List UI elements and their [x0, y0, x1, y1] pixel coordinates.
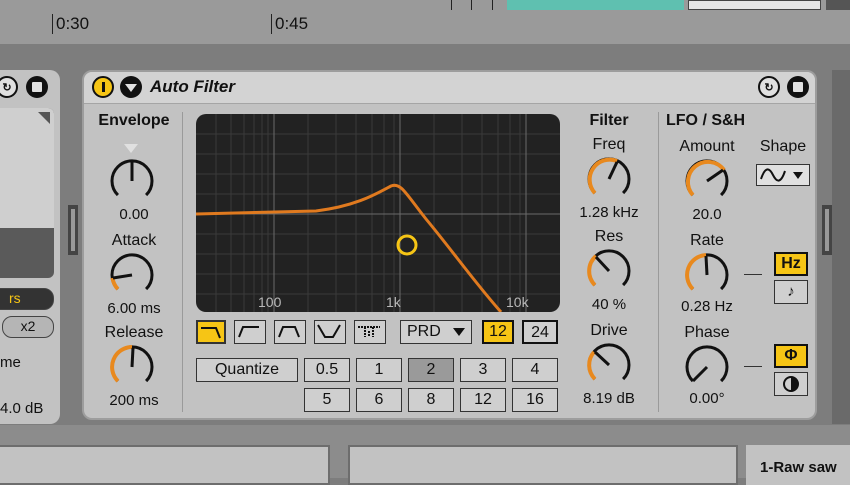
clip-block[interactable]	[507, 0, 684, 10]
rate-label: Rate	[690, 232, 724, 249]
rate-knob[interactable]	[682, 250, 732, 300]
drive-knob[interactable]	[584, 340, 634, 390]
envelope-amount-marker-icon	[124, 144, 138, 153]
lfo-amount-label: Amount	[679, 138, 735, 155]
release-value: 200 ms	[109, 392, 159, 409]
attack-label: Attack	[111, 232, 157, 249]
top-corner	[826, 0, 850, 10]
right-edge-panel	[832, 70, 850, 424]
resize-handle[interactable]	[822, 205, 832, 255]
quantize-value-button[interactable]: 8	[408, 388, 454, 412]
timeline-mark-label: 0:30	[56, 14, 90, 33]
chain-slot[interactable]	[0, 445, 330, 485]
envelope-amount-knob[interactable]	[107, 156, 157, 206]
hot-swap-icon[interactable]: ↻	[758, 76, 780, 98]
lfo-amount-knob[interactable]	[682, 156, 732, 206]
drive-knob-label: Drive	[590, 322, 628, 339]
slope-24-button[interactable]: 24	[522, 320, 558, 344]
multiplier-toggle[interactable]: x2	[2, 316, 54, 338]
param-value: 4.0 dB	[0, 400, 44, 417]
res-knob-label: Res	[594, 228, 624, 245]
slope-12-button[interactable]: 12	[482, 320, 514, 344]
hot-swap-icon[interactable]: ↻	[0, 76, 18, 98]
quantize-value-button[interactable]: 16	[512, 388, 558, 412]
rate-hz-button[interactable]: Hz	[774, 252, 808, 276]
phase-mode-button[interactable]: Φ	[774, 344, 808, 368]
save-preset-icon[interactable]	[787, 76, 809, 98]
device-title: Auto Filter	[150, 77, 235, 96]
circuit-value: PRD	[407, 323, 441, 340]
release-knob[interactable]	[107, 342, 157, 392]
chain-slot[interactable]	[348, 445, 738, 485]
left-device-panel: ↻ rs x2 me 4.0 dB	[0, 70, 60, 424]
phase-value: 0.00°	[689, 390, 725, 407]
link-line	[744, 274, 762, 275]
freq-knob-label: Freq	[592, 136, 626, 153]
circuit-dropdown[interactable]: PRD	[400, 320, 472, 344]
quantize-value-button[interactable]: 0.5	[304, 358, 350, 382]
shape-label: Shape	[759, 138, 807, 155]
quantize-button[interactable]: Quantize	[196, 358, 298, 382]
envelope-amount-value: 0.00	[119, 206, 149, 223]
tick-mark	[492, 0, 493, 10]
tick-mark	[451, 0, 452, 10]
device-power-button[interactable]	[92, 76, 114, 98]
rate-sync-note-icon[interactable]: ♪	[774, 280, 808, 304]
freq-value: 1.28 kHz	[579, 204, 639, 221]
lfo-shape-dropdown[interactable]	[756, 164, 810, 186]
envelope-header: Envelope	[98, 112, 170, 129]
scroll-region[interactable]	[688, 0, 821, 10]
resize-handle[interactable]	[68, 205, 78, 255]
morph-filter-button[interactable]	[354, 320, 386, 344]
track-header[interactable]: 1-Raw saw	[746, 445, 850, 485]
resonance-knob[interactable]	[584, 246, 634, 296]
quantize-value-button[interactable]: 5	[304, 388, 350, 412]
device-collapse-button[interactable]	[120, 76, 142, 98]
mode-toggle[interactable]: rs	[0, 288, 54, 310]
quantize-value-button[interactable]: 6	[356, 388, 402, 412]
sine-wave-icon	[760, 168, 803, 182]
filter-header: Filter	[589, 112, 629, 129]
freq-knob[interactable]	[584, 154, 634, 204]
rate-value: 0.28 Hz	[681, 298, 733, 315]
attack-knob[interactable]	[107, 250, 157, 300]
attack-value: 6.00 ms	[107, 300, 161, 317]
highpass-filter-button[interactable]	[234, 320, 266, 344]
tick-mark	[52, 14, 53, 34]
freq-label: 100	[258, 294, 282, 310]
res-value: 40 %	[591, 296, 627, 313]
quantize-value-button[interactable]: 4	[512, 358, 558, 382]
spin-mode-icon[interactable]	[774, 372, 808, 396]
lfo-amount-value: 20.0	[692, 206, 722, 223]
track-name: 1-Raw saw	[760, 459, 837, 476]
phase-label: Phase	[684, 324, 730, 341]
link-line	[744, 366, 762, 367]
release-label: Release	[104, 324, 164, 341]
save-icon[interactable]	[26, 76, 48, 98]
tick-mark	[271, 14, 272, 34]
phase-knob[interactable]	[682, 342, 732, 392]
timeline-mark-label: 0:45	[275, 14, 309, 33]
filter-graph[interactable]: 100 1k 10k	[196, 114, 560, 312]
quantize-value-button[interactable]: 3	[460, 358, 506, 382]
section-divider	[658, 112, 659, 412]
param-label: me	[0, 354, 21, 371]
bandpass-filter-button[interactable]	[274, 320, 306, 344]
freq-label: 10k	[506, 294, 529, 310]
auto-filter-device: Auto Filter ↻ Envelope 0.00 Attack 6.00 …	[82, 70, 817, 420]
dropdown-arrow-icon	[453, 328, 465, 336]
lowpass-filter-button[interactable]	[196, 320, 226, 344]
notch-filter-button[interactable]	[314, 320, 346, 344]
bottom-track-area: 1-Raw saw	[0, 425, 850, 485]
quantize-value-button[interactable]: 1	[356, 358, 402, 382]
quantize-value-button[interactable]: 12	[460, 388, 506, 412]
tick-mark	[471, 0, 472, 10]
quantize-value-button[interactable]: 2	[408, 358, 454, 382]
freq-label: 1k	[386, 294, 401, 310]
lfo-header: LFO / S&H	[666, 112, 746, 129]
waveform-display	[0, 108, 54, 278]
drive-value: 8.19 dB	[583, 390, 635, 407]
section-divider	[182, 112, 183, 412]
